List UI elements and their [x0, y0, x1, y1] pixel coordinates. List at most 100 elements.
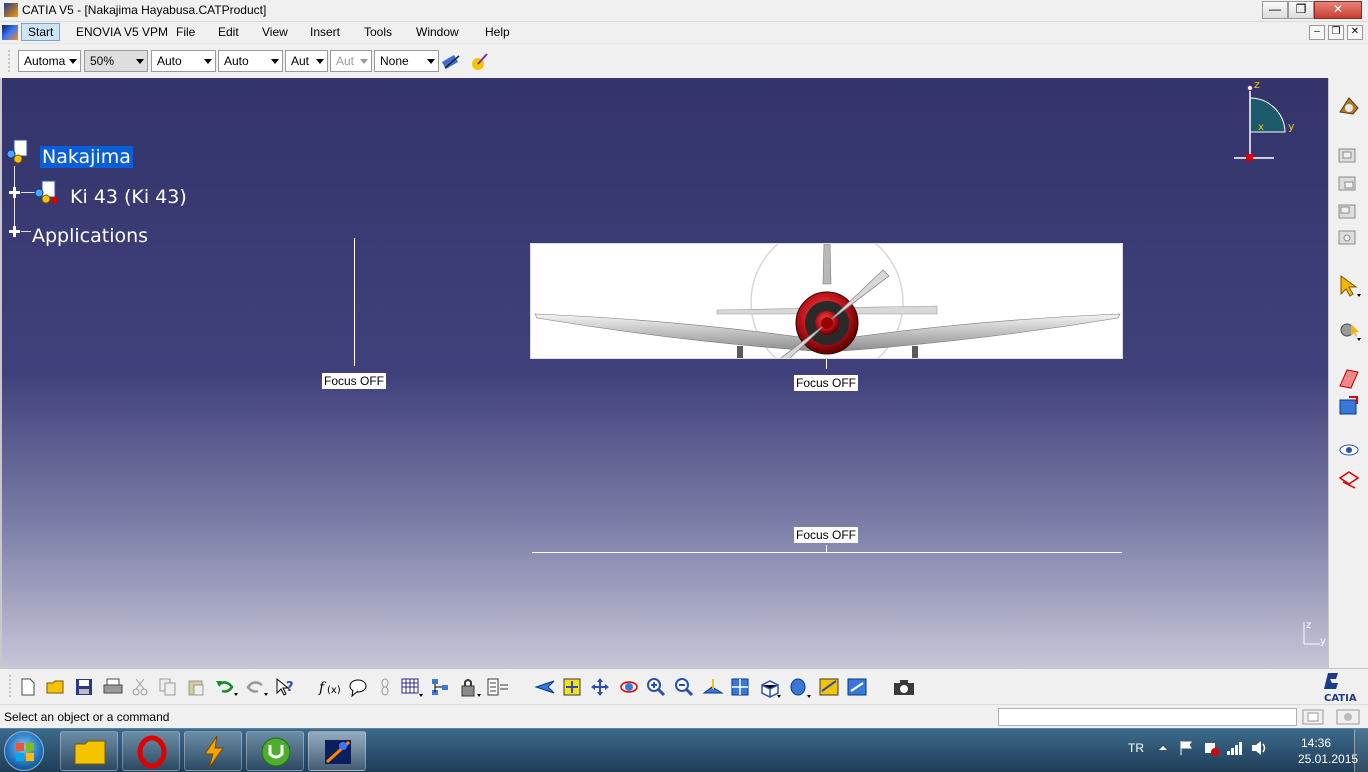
menu-file[interactable]: File [176, 25, 195, 39]
menu-view[interactable]: View [262, 25, 288, 39]
whats-this-icon[interactable]: ? [274, 677, 296, 697]
menu-start[interactable]: Start [21, 23, 61, 41]
show-desktop-button[interactable] [1354, 729, 1368, 772]
part-icon[interactable] [32, 179, 58, 205]
cut-icon[interactable] [130, 677, 150, 697]
tree-graph-icon[interactable] [430, 677, 452, 697]
rotate-icon[interactable] [618, 677, 640, 697]
network-warning-icon[interactable] [1202, 739, 1220, 757]
focus-label[interactable]: Focus OFF [322, 373, 387, 389]
format-painter-icon[interactable] [441, 52, 461, 72]
taskbar-clock[interactable]: 14:36 25.01.2015 [1298, 735, 1358, 767]
multi-view-icon[interactable] [730, 677, 750, 697]
color-combo[interactable]: Automa [18, 50, 81, 72]
3d-viewport[interactable]: Nakajima Ki 43 (Ki 43) Applications Focu… [0, 78, 1328, 668]
pan-icon[interactable] [590, 677, 610, 697]
catia-app-icon[interactable] [4, 3, 18, 17]
compass-icon[interactable]: z x y [1228, 80, 1308, 168]
tree-node-ki43[interactable]: Ki 43 (Ki 43) [70, 186, 187, 208]
paste-icon[interactable] [186, 677, 206, 697]
constraint-icon[interactable] [1337, 366, 1361, 390]
tree-node-applications[interactable]: Applications [32, 225, 148, 247]
taskbar-opera[interactable] [122, 731, 180, 771]
isometric-view-icon[interactable] [758, 677, 782, 699]
taskbar-utorrent[interactable] [246, 731, 304, 771]
focus-label[interactable]: Focus OFF [794, 527, 859, 543]
formula-icon[interactable]: f (x) [318, 677, 342, 697]
hide-show-icon[interactable] [818, 677, 840, 697]
close-button[interactable]: ✕ [1314, 1, 1362, 19]
maximize-button[interactable]: ❐ [1288, 1, 1314, 19]
select-arrow-icon[interactable] [1337, 274, 1363, 298]
expand-plus-icon[interactable] [8, 186, 21, 199]
command-input[interactable] [998, 708, 1297, 726]
menu-enovia[interactable]: ENOVIA V5 VPM [76, 25, 168, 39]
taskbar-explorer[interactable] [60, 731, 118, 771]
shading-icon[interactable] [788, 677, 812, 699]
windows-start-button[interactable] [4, 731, 44, 771]
copy-icon[interactable] [158, 677, 178, 697]
menu-help[interactable]: Help [485, 25, 510, 39]
wifi-signal-icon[interactable] [1226, 739, 1244, 757]
save-icon[interactable] [74, 677, 94, 697]
print-icon[interactable] [102, 677, 124, 697]
fit-all-icon[interactable] [562, 677, 582, 697]
product-icon[interactable] [4, 138, 30, 164]
menu-window[interactable]: Window [416, 25, 459, 39]
insert-part-icon[interactable] [1337, 228, 1359, 248]
line-thickness-combo[interactable]: Auto [151, 50, 216, 72]
tree-node-nakajima[interactable]: Nakajima [40, 146, 133, 168]
document-minimize-button[interactable]: – [1309, 25, 1325, 40]
focus-label[interactable]: Focus OFF [794, 375, 859, 391]
insert-product-icon[interactable] [1337, 202, 1359, 222]
fly-mode-icon[interactable] [534, 677, 556, 697]
graphic-properties-icon[interactable] [470, 52, 490, 72]
comment-icon[interactable] [348, 677, 370, 697]
zoom-out-icon[interactable] [674, 677, 694, 697]
zoom-in-icon[interactable] [646, 677, 666, 697]
lock-icon[interactable] [458, 677, 482, 699]
product-structure-icon[interactable] [1337, 146, 1359, 166]
expand-plus-icon[interactable] [8, 225, 21, 238]
taskbar-catia[interactable] [308, 731, 366, 771]
volume-icon[interactable] [1250, 739, 1270, 757]
hide-show-icon[interactable] [1337, 440, 1361, 460]
command-history-icon[interactable] [1302, 709, 1324, 725]
transparency-combo[interactable]: 50% [84, 50, 148, 72]
snap-icon[interactable] [1337, 394, 1361, 418]
capture-camera-icon[interactable] [892, 677, 916, 697]
layer-combo[interactable]: None [374, 50, 439, 72]
bill-of-material-icon[interactable] [486, 677, 510, 699]
action-center-flag-icon[interactable] [1178, 739, 1194, 757]
line-type-combo[interactable]: Auto [218, 50, 283, 72]
manipulation-icon[interactable] [1337, 318, 1363, 342]
redo-icon[interactable] [244, 677, 270, 697]
menu-insert[interactable]: Insert [310, 25, 340, 39]
language-indicator[interactable]: TR [1128, 741, 1144, 755]
catia-logo-icon: CATIA [1324, 673, 1357, 703]
open-icon[interactable] [45, 677, 67, 697]
minimize-button[interactable]: — [1262, 1, 1288, 19]
normal-view-icon[interactable] [702, 677, 724, 697]
undo-icon[interactable] [214, 677, 240, 697]
table-icon[interactable] [400, 677, 424, 699]
point-type-combo[interactable]: Aut [285, 50, 328, 72]
menu-edit[interactable]: Edit [218, 25, 239, 39]
show-hidden-icons-icon[interactable] [1158, 743, 1168, 753]
swap-visible-icon[interactable] [1337, 468, 1361, 492]
toolbar-grip-icon[interactable] [6, 50, 12, 74]
toolbar-grip-icon[interactable] [8, 675, 12, 699]
workbench-icon[interactable] [1337, 94, 1361, 118]
menu-tools[interactable]: Tools [364, 25, 392, 39]
hyperlink-icon[interactable] [378, 677, 392, 697]
taskbar-winamp[interactable] [184, 731, 242, 771]
compass-y-label: y [1288, 120, 1295, 133]
document-icon[interactable] [2, 25, 18, 40]
document-close-button[interactable]: ✕ [1347, 25, 1363, 40]
new-icon[interactable] [18, 677, 38, 697]
rendering-style-combo[interactable]: Aut [330, 50, 372, 72]
document-restore-button[interactable]: ❐ [1328, 25, 1344, 40]
insert-component-icon[interactable] [1337, 174, 1359, 194]
stop-command-icon[interactable] [1336, 709, 1360, 725]
swap-visible-space-icon[interactable] [846, 677, 868, 697]
